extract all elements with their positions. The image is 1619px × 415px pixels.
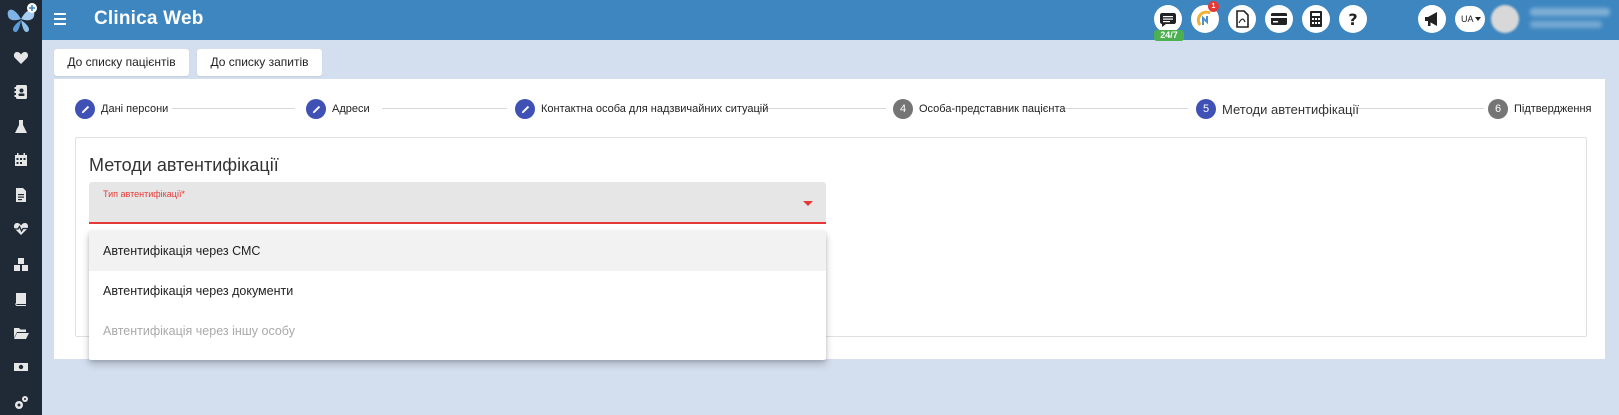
step-emergency-contact[interactable]: Контактна особа для надзвичайних ситуаці… bbox=[515, 99, 768, 119]
option-documents[interactable]: Автентифікація через документи bbox=[89, 271, 826, 311]
step-addresses[interactable]: Адреси bbox=[306, 99, 370, 119]
flask-icon[interactable] bbox=[12, 118, 30, 136]
edit-icon bbox=[75, 99, 95, 119]
book-icon[interactable] bbox=[12, 290, 30, 308]
section-title: Методи автентифікації bbox=[89, 155, 279, 175]
auth-type-label: Тип автентифікації* bbox=[103, 189, 185, 199]
step-personal-data[interactable]: Дані персони bbox=[75, 99, 168, 119]
cubes-icon[interactable] bbox=[12, 256, 30, 274]
document-icon[interactable] bbox=[12, 186, 30, 204]
chat-icon[interactable] bbox=[1154, 5, 1182, 33]
language-label: UA bbox=[1461, 14, 1474, 24]
language-selector[interactable]: UA bbox=[1455, 6, 1485, 32]
edit-icon bbox=[515, 99, 535, 119]
credit-card-icon[interactable] bbox=[1265, 5, 1293, 33]
step-auth-methods[interactable]: 5 Методи автентифікації bbox=[1196, 99, 1359, 119]
heartbeat-icon[interactable] bbox=[12, 220, 30, 238]
step-label: Особа-представник пацієнта bbox=[919, 103, 1066, 115]
calendar-icon[interactable] bbox=[12, 151, 30, 169]
step-label: Підтвердження bbox=[1514, 103, 1592, 115]
pdf-icon[interactable] bbox=[1228, 5, 1256, 33]
to-requests-list-button[interactable]: До списку запитів bbox=[197, 49, 322, 76]
app-title: Clinica Web bbox=[94, 8, 204, 29]
step-label: Дані персони bbox=[101, 103, 169, 115]
heart-icon[interactable] bbox=[12, 49, 30, 67]
menu-icon[interactable] bbox=[54, 13, 66, 25]
notification-badge: 1 bbox=[1208, 1, 1219, 12]
step-label: Контактна особа для надзвичайних ситуаці… bbox=[541, 103, 769, 115]
step-connector bbox=[758, 108, 886, 109]
edit-icon bbox=[306, 99, 326, 119]
step-connector bbox=[172, 108, 295, 109]
user-name[interactable] bbox=[1530, 8, 1610, 16]
step-connector bbox=[1061, 108, 1188, 109]
svg-text:?: ? bbox=[1348, 10, 1357, 29]
option-other-person: Автентифікація через іншу особу bbox=[103, 324, 295, 338]
chevron-down-icon bbox=[1475, 17, 1481, 21]
step-confirmation[interactable]: 6 Підтвердження bbox=[1488, 99, 1592, 119]
step-number: 6 bbox=[1488, 99, 1508, 119]
calculator-icon[interactable] bbox=[1302, 5, 1330, 33]
folder-open-icon[interactable] bbox=[12, 324, 30, 342]
money-icon[interactable] bbox=[12, 358, 30, 376]
step-label: Адреси bbox=[332, 103, 370, 115]
step-connector bbox=[1356, 108, 1484, 109]
step-patient-representative[interactable]: 4 Особа-представник пацієнта bbox=[893, 99, 1066, 119]
avatar[interactable] bbox=[1491, 5, 1519, 33]
auth-type-dropdown: Автентифікація через СМС Автентифікація … bbox=[89, 231, 826, 360]
step-number: 5 bbox=[1196, 99, 1216, 119]
top-bar: Clinica Web bbox=[42, 0, 1619, 40]
to-patients-list-button[interactable]: До списку пацієнтів bbox=[54, 49, 189, 76]
sidebar bbox=[0, 0, 42, 415]
help-icon[interactable]: ? bbox=[1339, 5, 1367, 33]
chevron-down-icon[interactable] bbox=[803, 201, 813, 206]
auth-type-select[interactable]: Тип автентифікації* bbox=[89, 182, 826, 224]
step-number: 4 bbox=[893, 99, 913, 119]
megaphone-icon[interactable] bbox=[1418, 5, 1446, 33]
step-connector bbox=[382, 108, 507, 109]
user-role bbox=[1530, 21, 1602, 28]
logo-icon[interactable] bbox=[4, 2, 38, 36]
patient-card-icon[interactable] bbox=[12, 83, 30, 101]
step-label: Методи автентифікації bbox=[1222, 101, 1360, 117]
support-badge: 24/7 bbox=[1154, 30, 1184, 41]
option-sms[interactable]: Автентифікація через СМС bbox=[89, 231, 826, 271]
cogs-icon[interactable] bbox=[12, 394, 30, 412]
